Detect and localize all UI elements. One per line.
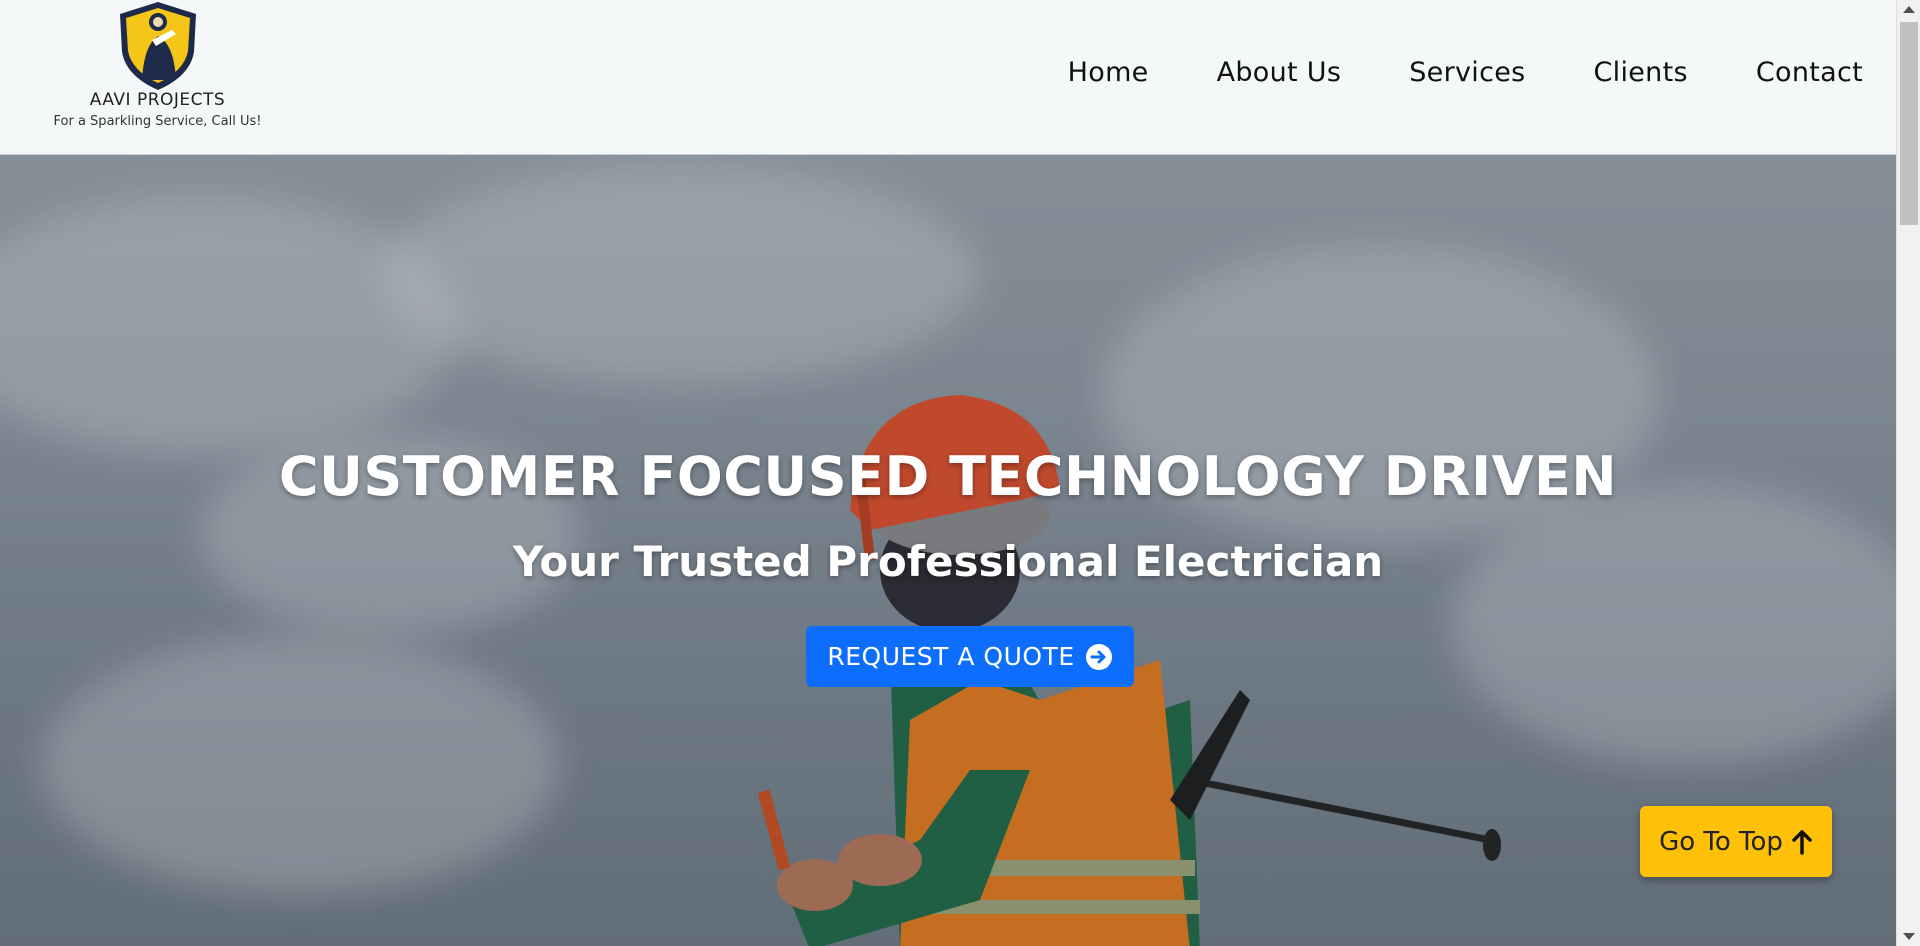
scroll-up-arrow-icon[interactable]: [1903, 6, 1915, 13]
scroll-thumb[interactable]: [1900, 22, 1918, 225]
scroll-down-arrow-icon[interactable]: [1903, 933, 1915, 940]
shield-logo-icon: [120, 2, 196, 90]
go-to-top-label: Go To Top: [1659, 826, 1783, 857]
vertical-scrollbar[interactable]: [1896, 0, 1920, 946]
hero-section: CUSTOMER FOCUSED TECHNOLOGY DRIVEN Your …: [0, 155, 1896, 946]
hero-title: CUSTOMER FOCUSED TECHNOLOGY DRIVEN: [278, 445, 1618, 508]
nav-about-us[interactable]: About Us: [1217, 57, 1342, 88]
nav-clients[interactable]: Clients: [1594, 57, 1688, 88]
site-header: AAVI PROJECTS For a Sparkling Service, C…: [0, 0, 1896, 155]
request-quote-button[interactable]: REQUEST A QUOTE: [806, 626, 1134, 687]
arrow-up-icon: [1792, 829, 1812, 855]
go-to-top-button[interactable]: Go To Top: [1640, 806, 1832, 877]
nav-contact[interactable]: Contact: [1756, 57, 1863, 88]
nav-home[interactable]: Home: [1068, 57, 1149, 88]
nav-services[interactable]: Services: [1409, 57, 1525, 88]
logo-block[interactable]: AAVI PROJECTS For a Sparkling Service, C…: [30, 0, 285, 140]
hero-subtitle: Your Trusted Professional Electrician: [512, 537, 1384, 586]
request-quote-label: REQUEST A QUOTE: [827, 642, 1075, 671]
arrow-right-circle-icon: [1085, 643, 1112, 670]
main-nav: Home About Us Services Clients Contact: [1068, 57, 1863, 88]
brand-name: AAVI PROJECTS: [89, 90, 226, 110]
brand-tagline: For a Sparkling Service, Call Us!: [53, 114, 262, 129]
